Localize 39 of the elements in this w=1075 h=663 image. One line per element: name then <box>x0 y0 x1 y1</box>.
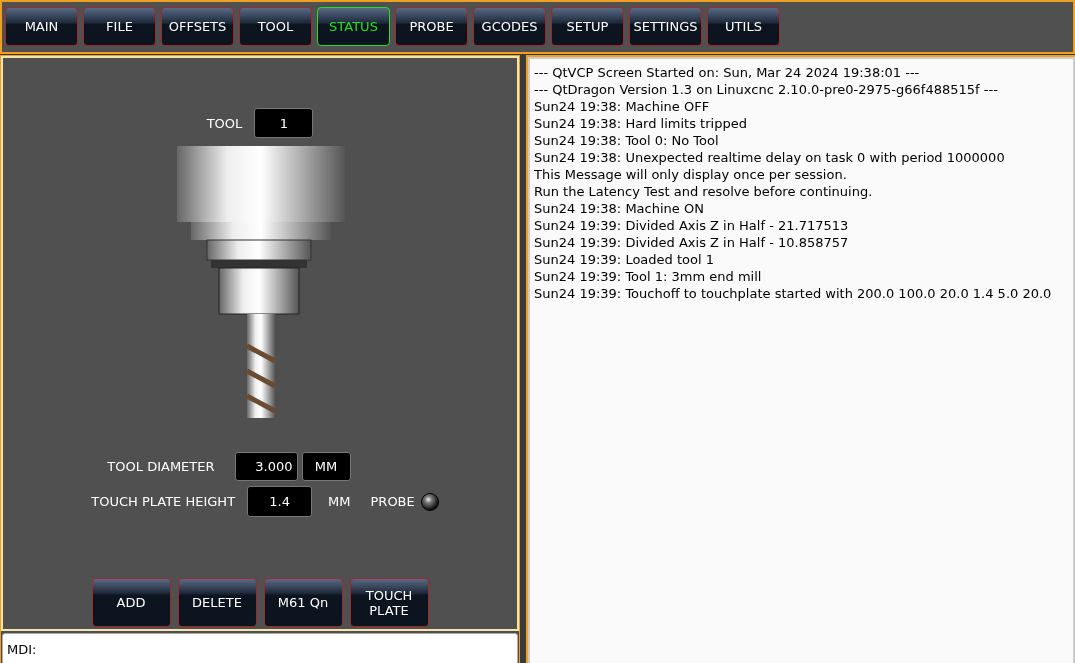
action-button[interactable]: ADD <box>91 578 171 627</box>
tool-diameter-label: TOOL DIAMETER <box>106 459 215 474</box>
log-line: Run the Latency Test and resolve before continuing. <box>534 183 874 200</box>
tab[interactable]: UTILS <box>707 7 780 46</box>
log-line: --- QtVCP Screen Started on: Sun, Mar 24 2024 19:38:01 --- <box>534 64 921 81</box>
touch-plate-height-field[interactable]: 1.4 <box>247 486 313 517</box>
log-line: Sun24 19:39: Touchoff to touchplate started with 200.0 100.0 20.0 1.4 5.0 20.0 <box>534 285 1053 302</box>
probe-label: PROBE <box>370 494 415 509</box>
tab[interactable]: OFFSETS <box>161 7 234 46</box>
action-button[interactable]: DELETE <box>177 578 257 627</box>
tab[interactable]: TOOL <box>239 7 312 46</box>
log-line: This Message will only display once per session. <box>534 166 848 183</box>
log-line: Sun24 19:38: Tool 0: No Tool <box>534 132 720 149</box>
log-line: Sun24 19:39: Divided Axis Z in Half - 10.858757 <box>534 234 850 251</box>
log-line: Sun24 19:39: Loaded tool 1 <box>534 251 715 268</box>
tab[interactable]: STATUS <box>317 7 390 46</box>
log-line: Sun24 19:39: Tool 1: 3mm end mill <box>534 268 763 285</box>
tab[interactable]: SETTINGS <box>629 7 702 46</box>
log-line: Sun24 19:38: Hard limits tripped <box>534 115 748 132</box>
log-line: Sun24 19:38: Unexpected realtime delay on task 0 with period 1000000 <box>534 149 1006 166</box>
log-line: --- QtDragon Version 1.3 on Linuxcnc 2.10.0-pre0-2975-g66f488515f --- <box>534 81 999 98</box>
action-button[interactable]: M61 Qn <box>263 578 343 627</box>
tool-number-field[interactable]: 1 <box>254 108 314 138</box>
log-line: Sun24 19:38: Machine ON <box>534 200 705 217</box>
log-line: Sun24 19:39: Divided Axis Z in Half - 21.717513 <box>534 217 850 234</box>
unit-label: MM <box>328 494 351 509</box>
touch-plate-height-label: TOUCH PLATE HEIGHT <box>91 494 236 509</box>
tool-label: TOOL <box>206 115 243 131</box>
tab[interactable]: SETUP <box>551 7 624 46</box>
tab[interactable]: PROBE <box>395 7 468 46</box>
action-button[interactable]: TOUCH PLATE <box>349 578 429 627</box>
log-line: Sun24 19:38: Machine OFF <box>534 98 711 115</box>
unit-display: MM <box>301 452 351 481</box>
tab[interactable]: MAIN <box>5 7 78 46</box>
mdi-label: MDI: <box>7 641 37 657</box>
tab[interactable]: FILE <box>83 7 156 46</box>
tab[interactable]: GCODES <box>473 7 546 46</box>
tool-diameter-field[interactable]: 3.000 <box>234 452 298 481</box>
mdi-input-field[interactable]: MDI: <box>2 633 518 663</box>
